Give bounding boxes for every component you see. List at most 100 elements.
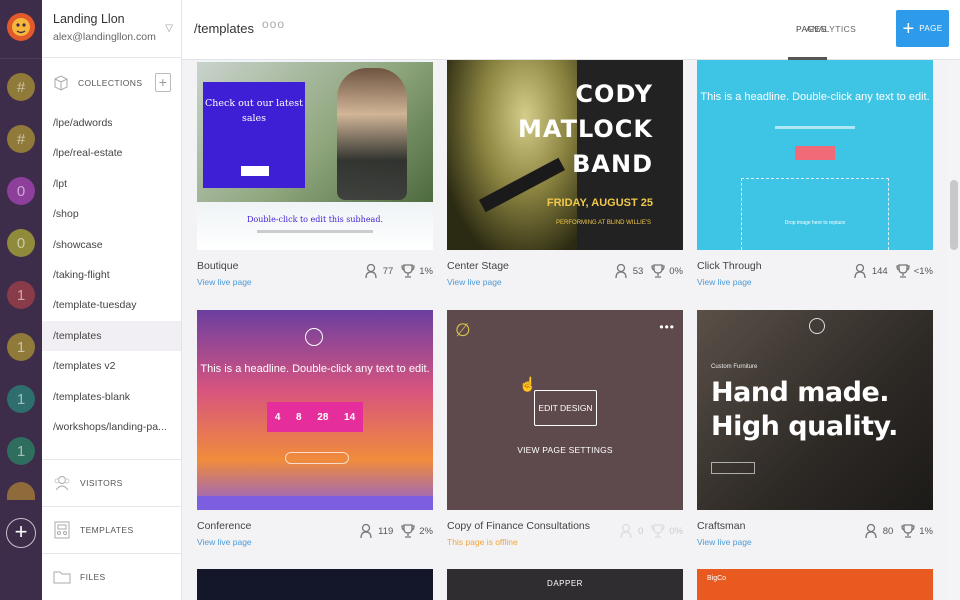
page-thumbnail[interactable]: This is a headline. Double-click any tex… xyxy=(197,310,433,510)
rail-workspace-3[interactable]: 0 xyxy=(7,177,35,205)
conversion-rate: 2% xyxy=(419,525,433,537)
more-options-icon[interactable]: ••• xyxy=(659,320,675,334)
view-live-page-link[interactable]: View live page xyxy=(447,277,502,287)
conversion-rate: <1% xyxy=(913,265,933,277)
thumbnail-countdown: 4 8 28 14 xyxy=(267,402,363,432)
collection-item[interactable]: /taking-flight xyxy=(42,260,181,290)
rail-workspace-8[interactable]: 1 xyxy=(7,437,35,465)
trophy-icon xyxy=(401,263,415,279)
rail-workspace-9[interactable] xyxy=(7,482,35,500)
collection-item[interactable]: /template-tuesday xyxy=(42,290,181,320)
vertical-scrollbar[interactable] xyxy=(948,60,960,600)
thumbnail-subtext xyxy=(257,230,373,233)
page-offline-status: This page is offline xyxy=(447,537,518,547)
visitor-count: 53 xyxy=(632,265,644,277)
account-switcher[interactable]: Landing Llon alex@landingllon.com ▽ xyxy=(42,0,181,58)
workspace-rail: # # 0 0 1 1 1 1 + xyxy=(0,0,42,600)
more-options-icon[interactable]: ooo xyxy=(262,17,285,31)
thumbnail-line-2: MATLOCK xyxy=(517,115,653,143)
visitors-icon xyxy=(52,473,72,493)
play-icon xyxy=(305,328,323,346)
nav-visitors-label: VISITORS xyxy=(80,478,123,488)
page-title[interactable]: Click Through xyxy=(697,260,762,272)
thumbnail-headline: Hand made. High quality. xyxy=(711,377,898,442)
edit-design-button[interactable]: EDIT DESIGN xyxy=(534,390,597,426)
page-thumbnail[interactable]: DAPPER xyxy=(447,569,683,600)
collection-item[interactable]: /lpe/real-estate xyxy=(42,138,181,168)
collection-item-active[interactable]: /templates xyxy=(42,320,181,352)
nav-visitors[interactable]: VISITORS xyxy=(42,459,181,506)
sidebar: Landing Llon alex@landingllon.com ▽ COLL… xyxy=(42,0,182,600)
page-thumbnail[interactable]: CODY MATLOCK BAND FRIDAY, AUGUST 25 PERF… xyxy=(447,60,683,250)
collection-item[interactable]: /workshops/landing-pa... xyxy=(42,412,181,442)
folder-icon xyxy=(52,567,72,587)
trophy-icon xyxy=(401,523,415,539)
page-title[interactable]: Boutique xyxy=(197,260,238,272)
view-live-page-link[interactable]: View live page xyxy=(197,537,252,547)
scrollbar-thumb[interactable] xyxy=(950,180,958,250)
visitor-icon xyxy=(360,523,374,539)
conversion-rate: 1% xyxy=(419,265,433,277)
page-thumbnail[interactable]: Check out our latest sales Double-click … xyxy=(197,60,433,250)
account-email: alex@landingllon.com xyxy=(53,31,156,43)
thumbnail-headline: This is a headline. Double-click any tex… xyxy=(700,91,930,103)
rail-workspace-5[interactable]: 1 xyxy=(7,281,35,309)
thumbnail-line-3: BAND xyxy=(572,150,653,178)
templates-icon xyxy=(52,520,72,540)
page-title[interactable]: Center Stage xyxy=(447,260,509,272)
rail-workspace-2[interactable]: # xyxy=(7,125,35,153)
add-collection-button[interactable]: + xyxy=(155,73,171,92)
collections-header: COLLECTIONS + xyxy=(42,58,181,108)
page-thumbnail[interactable]: Custom Furniture Hand made. High quality… xyxy=(697,310,933,510)
thumbnail-subtext xyxy=(775,126,855,129)
trophy-icon xyxy=(901,523,915,539)
visitor-icon xyxy=(865,523,879,539)
offline-logo-icon: ∅ xyxy=(455,320,471,340)
collection-item[interactable]: /lpe/adwords xyxy=(42,108,181,138)
nav-files[interactable]: FILES xyxy=(42,553,181,600)
page-stats: 77 1% xyxy=(357,263,433,279)
nav-templates[interactable]: TEMPLATES xyxy=(42,506,181,553)
rail-workspace-6[interactable]: 1 xyxy=(7,333,35,361)
add-page-button[interactable]: + PAGE xyxy=(896,10,949,47)
view-live-page-link[interactable]: View live page xyxy=(697,537,752,547)
thumbnail-logo xyxy=(809,318,825,334)
add-workspace-button[interactable]: + xyxy=(6,518,36,548)
rail-workspace-1[interactable]: # xyxy=(7,73,35,101)
rail-workspace-7[interactable]: 1 xyxy=(7,385,35,413)
thumbnail-date: FRIDAY, AUGUST 25 xyxy=(546,197,653,209)
visitor-count: 0 xyxy=(637,525,644,537)
collection-item[interactable]: /shop xyxy=(42,199,181,229)
top-bar: /templates ooo PAGES ANALYTICS + PAGE xyxy=(182,0,960,60)
page-thumbnail[interactable]: This is a headline. Double-click any tex… xyxy=(697,60,933,250)
page-title[interactable]: Conference xyxy=(197,520,251,532)
collection-item[interactable]: /templates v2 xyxy=(42,351,181,381)
visitor-icon xyxy=(854,263,868,279)
tab-analytics[interactable]: ANALYTICS xyxy=(806,24,856,34)
collection-item[interactable]: /showcase xyxy=(42,230,181,260)
thumbnail-subhead: Double-click to edit this subhead. xyxy=(247,215,383,224)
page-thumbnail[interactable] xyxy=(197,569,433,600)
thumbnail-figure xyxy=(337,68,407,200)
thumbnail-brand: BigCo xyxy=(707,575,727,582)
page-thumbnail-hover[interactable]: ∅ ••• EDIT DESIGN VIEW PAGE SETTINGS ☝ xyxy=(447,310,683,510)
plus-icon: + xyxy=(902,17,915,40)
view-page-settings-link[interactable]: VIEW PAGE SETTINGS xyxy=(447,445,683,455)
page-title[interactable]: Craftsman xyxy=(697,520,745,532)
page-title[interactable]: Copy of Finance Consultations xyxy=(447,520,590,532)
thumbnail-brand: DAPPER xyxy=(547,579,583,588)
thumbnail-button xyxy=(711,462,755,474)
landing-lion-logo-icon[interactable] xyxy=(5,6,37,46)
conversion-rate: 0% xyxy=(669,265,683,277)
view-live-page-link[interactable]: View live page xyxy=(697,277,752,287)
visitor-icon xyxy=(365,263,379,279)
page-thumbnail[interactable]: BigCo xyxy=(697,569,933,600)
view-live-page-link[interactable]: View live page xyxy=(197,277,252,287)
thumbnail-button xyxy=(241,166,269,176)
chevron-down-icon[interactable]: ▽ xyxy=(165,23,173,34)
page-stats: 80 1% xyxy=(857,523,933,539)
collection-item[interactable]: /lpt xyxy=(42,169,181,199)
rail-workspace-4[interactable]: 0 xyxy=(7,229,35,257)
thumbnail-line-1: CODY xyxy=(575,80,653,108)
collection-item[interactable]: /templates-blank xyxy=(42,382,181,412)
